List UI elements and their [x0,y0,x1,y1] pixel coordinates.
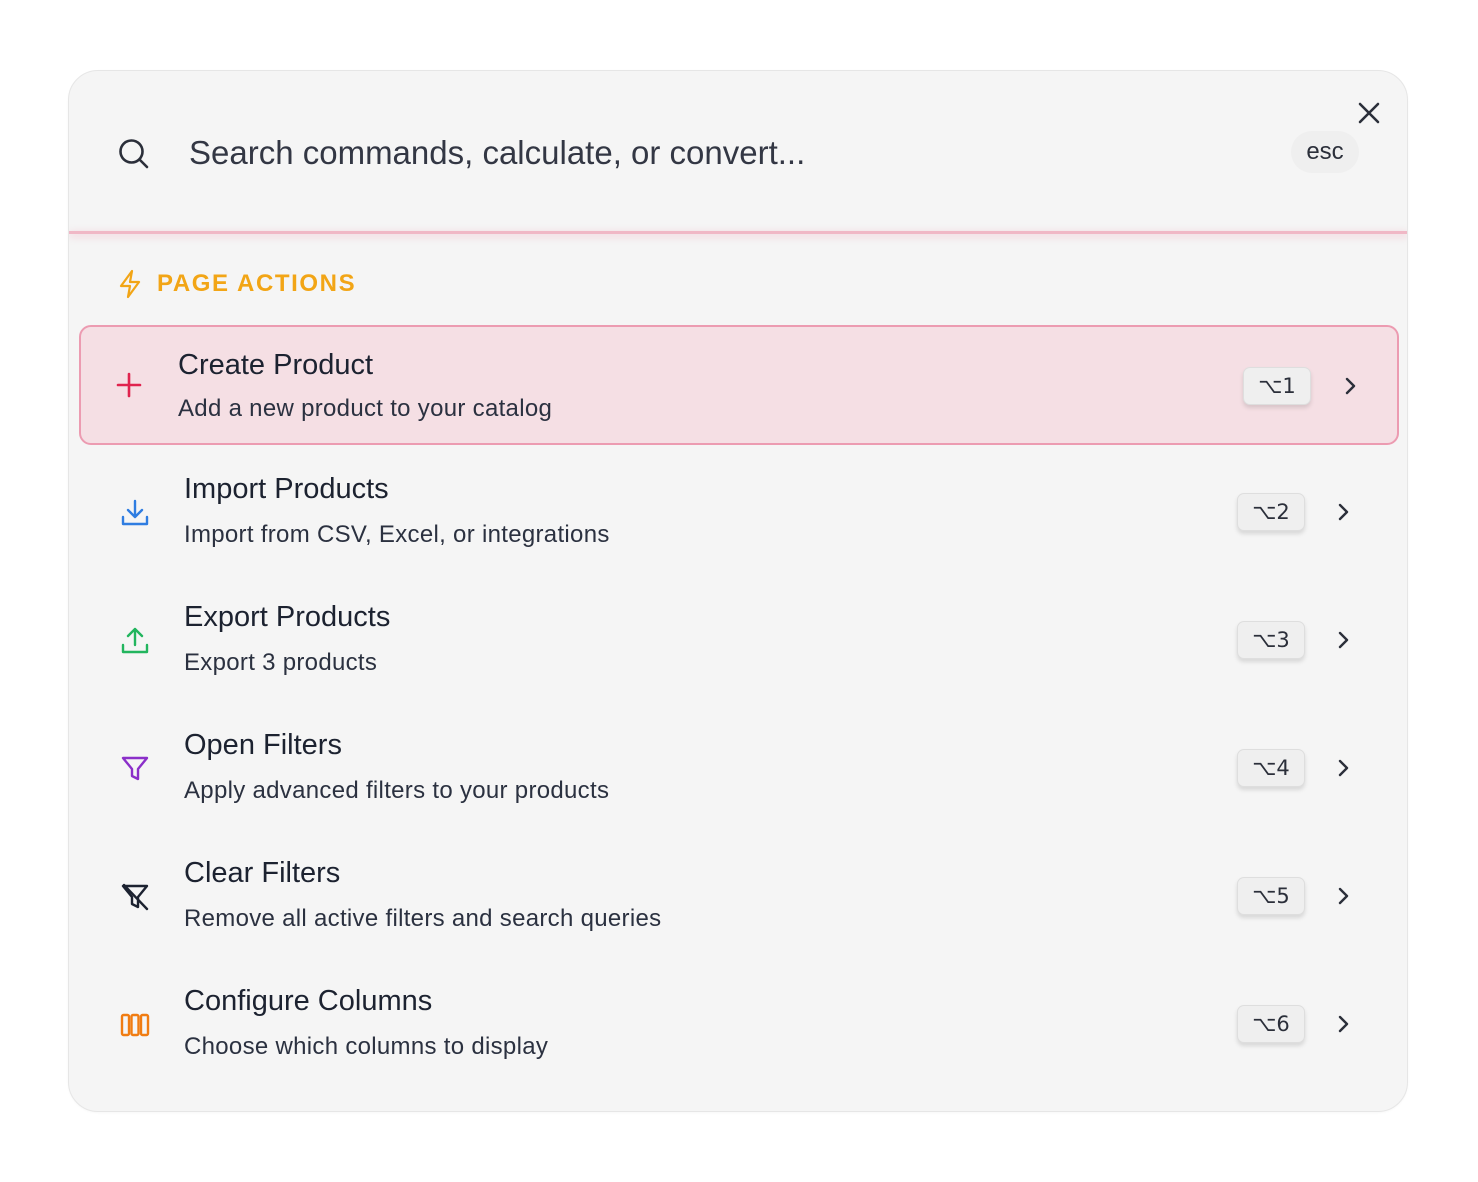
chevron-right-icon [1338,887,1349,905]
section-label: PAGE ACTIONS [157,270,357,297]
shortcut-badge: ⌥1 [1243,367,1311,405]
chevron-right-icon [1338,759,1349,777]
item-description: Add a new product to your catalog [178,395,553,422]
chevron-right-icon [1338,503,1349,521]
search-divider [69,231,1407,234]
item-description: Import from CSV, Excel, or integrations [184,521,610,548]
shortcut-badge: ⌥6 [1237,1005,1305,1043]
upload-icon [121,627,149,654]
filter-off-icon [121,883,149,911]
shortcut-badge: ⌥3 [1237,621,1305,659]
item-description: Export 3 products [184,649,378,676]
action-configure-columns[interactable]: Configure Columns Choose which columns t… [79,965,1399,1085]
item-description: Remove all active filters and search que… [184,905,662,932]
shortcut-badge: ⌥2 [1237,493,1305,531]
item-title: Import Products [184,473,389,505]
item-title: Open Filters [184,729,342,761]
shortcut-badge: ⌥4 [1237,749,1305,787]
item-description: Choose which columns to display [184,1033,549,1060]
item-title: Create Product [178,349,374,381]
esc-badge[interactable]: esc [1291,131,1359,173]
chevron-right-icon [1338,1015,1349,1033]
filter-icon [121,756,149,781]
shortcut-badge: ⌥5 [1237,877,1305,915]
command-palette: esc PAGE ACTIONS Create Product Add a ne… [68,70,1408,1112]
item-title: Clear Filters [184,857,341,889]
search-bar: esc [69,71,1407,233]
action-create-product[interactable]: Create Product Add a new product to your… [79,325,1399,445]
columns-icon [120,1013,150,1037]
item-title: Export Products [184,601,391,633]
chevron-right-icon [1345,377,1356,395]
search-input[interactable] [189,127,1269,179]
plus-icon [116,372,142,398]
action-export-products[interactable]: Export Products Export 3 products ⌥3 [79,581,1399,701]
action-import-products[interactable]: Import Products Import from CSV, Excel, … [79,453,1399,573]
chevron-right-icon [1338,631,1349,649]
section-header-page-actions: PAGE ACTIONS [117,267,356,301]
action-clear-filters[interactable]: Clear Filters Remove all active filters … [79,837,1399,957]
lightning-icon [119,269,141,299]
search-icon [119,139,149,169]
item-description: Apply advanced filters to your products [184,777,610,804]
download-icon [121,499,149,526]
action-open-filters[interactable]: Open Filters Apply advanced filters to y… [79,709,1399,829]
item-title: Configure Columns [184,985,433,1017]
